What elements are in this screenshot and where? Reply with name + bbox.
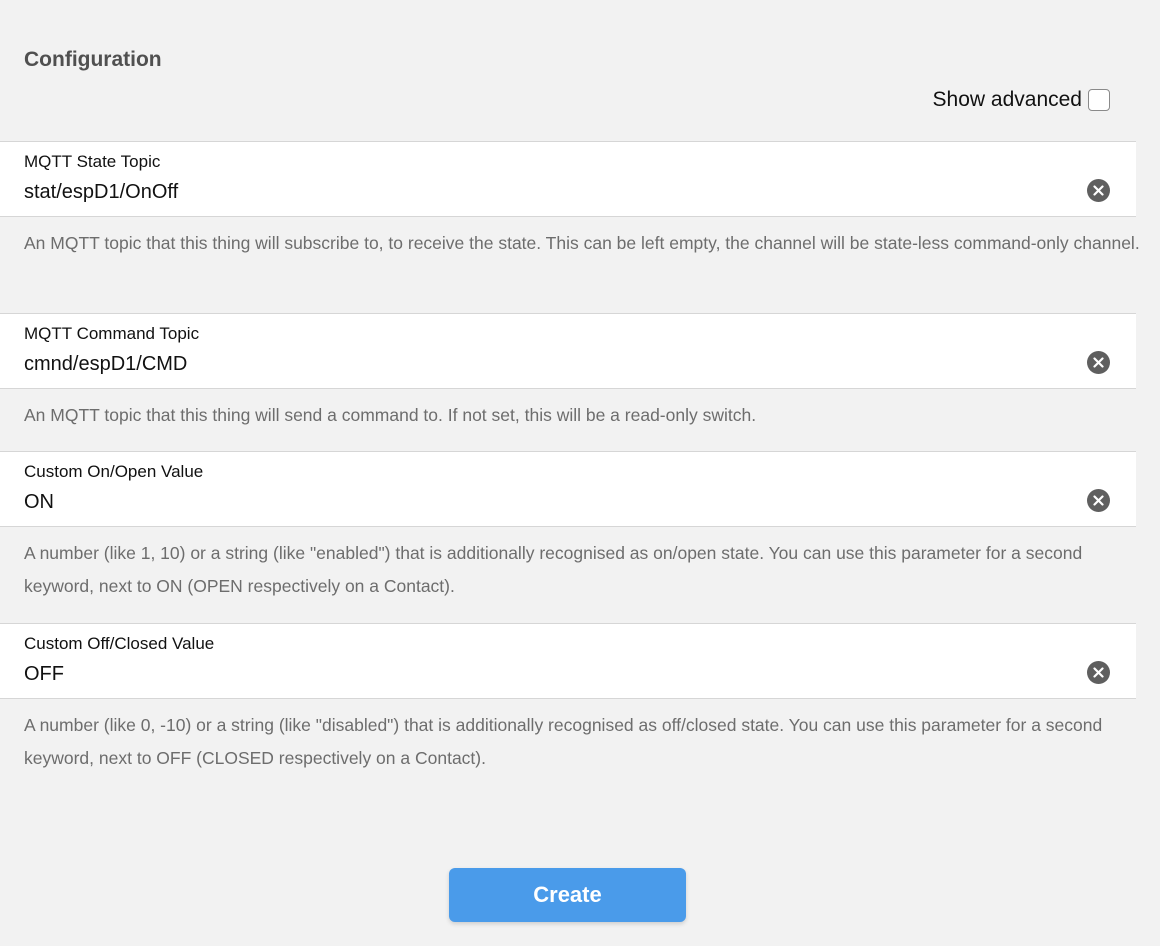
clear-icon[interactable] (1087, 661, 1110, 684)
clear-icon[interactable] (1087, 351, 1110, 374)
section-title: Configuration (24, 48, 162, 71)
state-topic-field: MQTT State Topic (0, 141, 1136, 217)
show-advanced-toggle[interactable]: Show advanced (933, 88, 1110, 112)
custom-off-value-field: Custom Off/Closed Value (0, 623, 1136, 699)
state-topic-input[interactable] (24, 178, 1064, 206)
custom-on-value-field: Custom On/Open Value (0, 451, 1136, 527)
show-advanced-checkbox[interactable] (1088, 89, 1110, 111)
state-topic-label: MQTT State Topic (24, 152, 161, 171)
command-topic-label: MQTT Command Topic (24, 324, 200, 343)
show-advanced-label: Show advanced (932, 88, 1082, 111)
clear-icon[interactable] (1087, 489, 1110, 512)
parameter-list: MQTT State Topic An MQTT topic that this… (0, 141, 1160, 795)
command-topic-input[interactable] (24, 350, 1064, 378)
command-topic-description: An MQTT topic that this thing will send … (24, 405, 757, 425)
configuration-page: Configuration Show advanced MQTT State T… (0, 0, 1160, 946)
create-button[interactable]: Create (449, 868, 686, 922)
custom-off-value-label: Custom Off/Closed Value (24, 634, 215, 653)
custom-on-value-label: Custom On/Open Value (24, 462, 204, 481)
custom-off-value-input[interactable] (24, 660, 1064, 688)
custom-on-value-description: A number (like 1, 10) or a string (like … (24, 543, 1083, 596)
custom-on-value-input[interactable] (24, 488, 1064, 516)
custom-off-value-description: A number (like 0, -10) or a string (like… (24, 715, 1103, 768)
state-topic-description: An MQTT topic that this thing will subsc… (24, 233, 1140, 253)
clear-icon[interactable] (1087, 179, 1110, 202)
command-topic-field: MQTT Command Topic (0, 313, 1136, 389)
